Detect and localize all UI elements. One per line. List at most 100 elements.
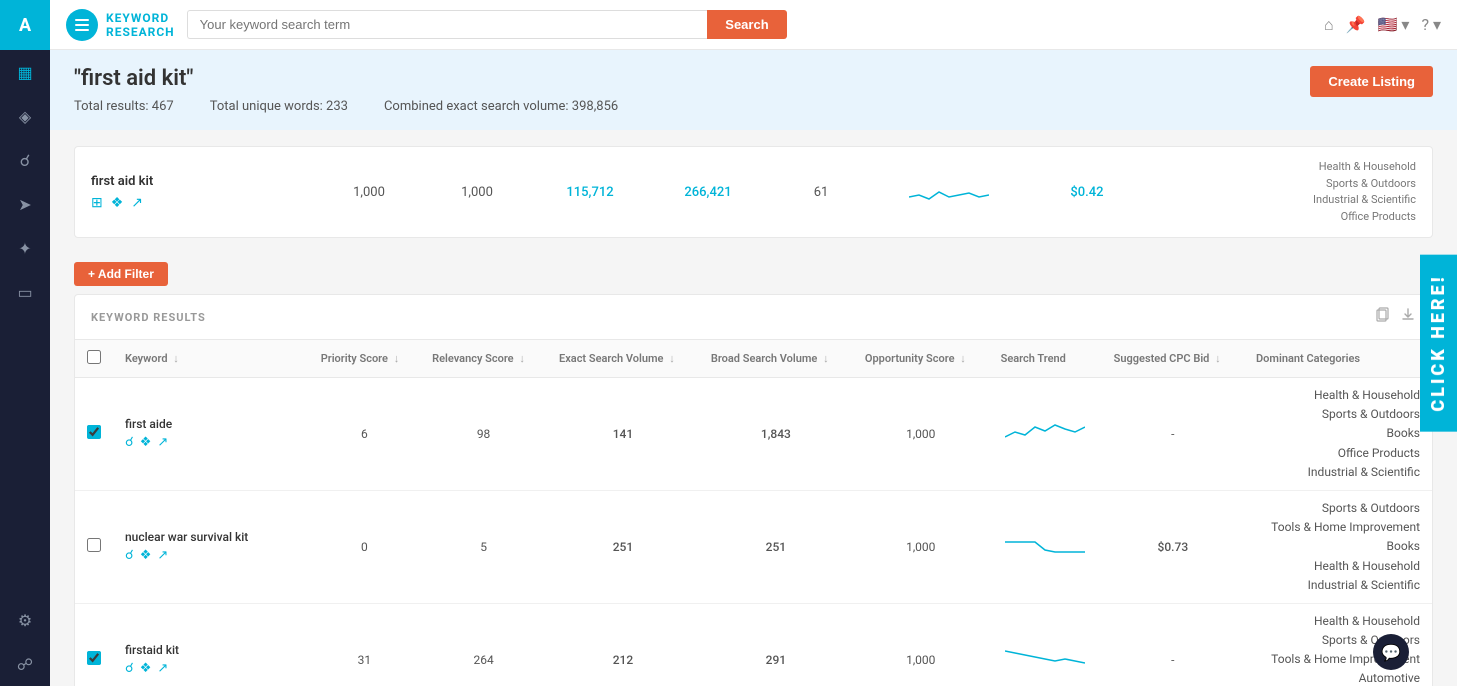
row1-priority: 6 [309, 378, 420, 491]
search-input[interactable] [187, 10, 708, 39]
th-cpc[interactable]: Suggested CPC Bid ↓ [1102, 340, 1244, 378]
row1-trend [989, 378, 1102, 491]
copy-icon[interactable] [1374, 307, 1390, 327]
row1-checkbox[interactable] [87, 425, 101, 439]
create-listing-button[interactable]: Create Listing [1310, 66, 1433, 97]
broad-sort-icon: ↓ [823, 352, 829, 365]
row1-categories: Health & HouseholdSports & OutdoorsBooks… [1244, 378, 1432, 491]
home-icon[interactable]: ⌂ [1324, 15, 1334, 35]
table-row: first aide ☌ ❖ ↗ 6 98 141 1,843 1,000 [75, 378, 1432, 491]
table-row: firstaid kit ☌ ❖ ↗ 31 264 212 291 1,000 [75, 603, 1432, 686]
total-words: Total unique words: 233 [210, 99, 348, 114]
first-categories: Health & Household Sports & Outdoors Ind… [1155, 159, 1416, 225]
kw-results-title: KEYWORD RESULTS [91, 311, 206, 324]
row2-trend [989, 490, 1102, 603]
row2-categories: Sports & OutdoorsTools & Home Improvemen… [1244, 490, 1432, 603]
first-opportunity: 61 [771, 185, 871, 200]
row2-cluster-icon[interactable]: ❖ [140, 548, 152, 563]
total-results: Total results: 467 [74, 99, 174, 114]
combined-volume: Combined exact search volume: 398,856 [384, 99, 618, 114]
download-icon[interactable] [1400, 307, 1416, 327]
brand-name: KEYWORD RESEARCH [106, 11, 175, 39]
keyword-sort-icon: ↓ [173, 352, 179, 365]
sidebar-item-search[interactable]: ☌ [0, 138, 50, 182]
first-result-row: first aid kit ⊞ ❖ ↗ 1,000 1,000 115,712 … [75, 147, 1432, 237]
main-content: KEYWORD RESEARCH Search ⌂ 📌 🇺🇸 ▾ ? ▾ "fi… [50, 0, 1457, 686]
th-relevancy[interactable]: Relevancy Score ↓ [420, 340, 547, 378]
logo-letter: A [19, 15, 31, 36]
th-trend: Search Trend [989, 340, 1102, 378]
relevancy-sort-icon: ↓ [519, 352, 525, 365]
sidebar-item-tools[interactable]: ☍ [0, 642, 50, 686]
row3-cpc: - [1102, 603, 1244, 686]
first-keyword-cell: first aid kit ⊞ ❖ ↗ [91, 174, 311, 211]
first-kw-grid-icon[interactable]: ⊞ [91, 195, 103, 211]
chat-icon: 💬 [1381, 643, 1401, 662]
row3-exact[interactable]: 212 [547, 603, 699, 686]
select-all-checkbox[interactable] [87, 350, 101, 364]
flag-icon[interactable]: 🇺🇸 ▾ [1378, 15, 1410, 34]
th-select [75, 340, 113, 378]
first-kw-cluster-icon[interactable]: ❖ [111, 195, 124, 211]
dashboard-icon: ◈ [19, 107, 31, 126]
row1-select-cell [75, 378, 113, 491]
th-broad-volume[interactable]: Broad Search Volume ↓ [699, 340, 853, 378]
row3-opportunity: 1,000 [853, 603, 989, 686]
row1-cluster-icon[interactable]: ❖ [140, 435, 152, 450]
row3-broad[interactable]: 291 [699, 603, 853, 686]
table-header: Keyword ↓ Priority Score ↓ Relevancy Sco… [75, 340, 1432, 378]
row3-relevancy: 264 [420, 603, 547, 686]
row3-keyword-name: firstaid kit [125, 643, 297, 657]
row3-external-icon[interactable]: ↗ [157, 661, 168, 676]
row2-checkbox[interactable] [87, 538, 101, 552]
row3-priority: 31 [309, 603, 420, 686]
topbar-right: ⌂ 📌 🇺🇸 ▾ ? ▾ [1324, 15, 1441, 35]
row3-keyword-icons: ☌ ❖ ↗ [125, 661, 297, 676]
help-icon[interactable]: ? ▾ [1421, 15, 1441, 34]
row1-search-icon[interactable]: ☌ [125, 435, 134, 450]
row3-checkbox[interactable] [87, 651, 101, 665]
priority-sort-icon: ↓ [394, 352, 400, 365]
tools-icon: ☍ [17, 655, 33, 674]
sidebar-item-rocket[interactable]: ➤ [0, 182, 50, 226]
search-form: Search [187, 10, 787, 39]
th-opportunity[interactable]: Opportunity Score ↓ [853, 340, 989, 378]
th-keyword[interactable]: Keyword ↓ [113, 340, 309, 378]
first-exact-volume[interactable]: 115,712 [535, 185, 645, 200]
row1-external-icon[interactable]: ↗ [157, 435, 168, 450]
add-filter-button[interactable]: + Add Filter [74, 262, 168, 286]
row2-broad[interactable]: 251 [699, 490, 853, 603]
click-here-annotation[interactable]: CLICK HERE! [1420, 254, 1457, 431]
first-broad-volume[interactable]: 266,421 [653, 185, 763, 200]
sidebar-item-layers[interactable]: ✦ [0, 226, 50, 270]
row1-keyword-cell: first aide ☌ ❖ ↗ [113, 378, 309, 491]
th-priority[interactable]: Priority Score ↓ [309, 340, 420, 378]
sidebar-item-folder[interactable]: ▭ [0, 270, 50, 314]
row3-cluster-icon[interactable]: ❖ [140, 661, 152, 676]
sidebar-logo[interactable]: A [0, 0, 50, 50]
row2-external-icon[interactable]: ↗ [157, 548, 168, 563]
row2-search-icon[interactable]: ☌ [125, 548, 134, 563]
sidebar-item-dashboard[interactable]: ◈ [0, 94, 50, 138]
th-exact-volume[interactable]: Exact Search Volume ↓ [547, 340, 699, 378]
search-button[interactable]: Search [707, 10, 786, 39]
filter-icon: ▦ [17, 63, 32, 82]
chat-bubble[interactable]: 💬 [1373, 634, 1409, 670]
row1-broad[interactable]: 1,843 [699, 378, 853, 491]
first-kw-external-icon[interactable]: ↗ [131, 195, 143, 211]
first-keyword-icons: ⊞ ❖ ↗ [91, 195, 311, 211]
row2-exact[interactable]: 251 [547, 490, 699, 603]
sidebar-item-filter[interactable]: ▦ [0, 50, 50, 94]
sidebar-item-settings[interactable]: ⚙ [0, 598, 50, 642]
row1-exact[interactable]: 141 [547, 378, 699, 491]
row1-opportunity: 1,000 [853, 378, 989, 491]
row3-search-icon[interactable]: ☌ [125, 661, 134, 676]
menu-button[interactable] [66, 9, 98, 41]
row1-relevancy: 98 [420, 378, 547, 491]
pin-icon[interactable]: 📌 [1346, 15, 1366, 34]
kw-header-icons [1374, 307, 1416, 327]
row1-cpc: - [1102, 378, 1244, 491]
topbar: KEYWORD RESEARCH Search ⌂ 📌 🇺🇸 ▾ ? ▾ [50, 0, 1457, 50]
settings-icon: ⚙ [18, 611, 32, 630]
cpc-sort-icon: ↓ [1215, 352, 1221, 365]
